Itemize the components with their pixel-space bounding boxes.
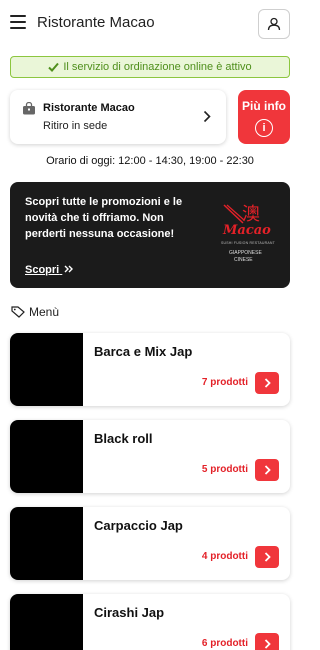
category-product-count: 5 prodotti (201, 464, 248, 475)
promo-link-label: Scopri (25, 264, 60, 276)
category-card[interactable]: Black roll 5 prodotti (10, 420, 290, 493)
double-chevron-right-icon (64, 264, 74, 276)
promo-discover-link[interactable]: Scopri (25, 264, 74, 276)
promo-banner[interactable]: Scopri tutte le promozioni e le novità c… (10, 182, 290, 288)
category-name: Black roll (94, 431, 153, 446)
opening-hours: Orario di oggi: 12:00 - 14:30, 19:00 - 22… (0, 155, 300, 167)
info-icon: i (255, 119, 273, 137)
fulfillment-mode: Ritiro in sede (43, 120, 108, 132)
more-info-label: Più info (242, 99, 286, 113)
chevron-right-icon (264, 639, 271, 649)
category-image (10, 594, 83, 650)
shopping-bag-icon (23, 102, 35, 115)
category-open-button[interactable] (255, 546, 279, 568)
chevron-right-icon (203, 110, 211, 123)
hamburger-icon[interactable] (10, 15, 26, 29)
category-image (10, 507, 83, 580)
category-card[interactable]: Cirashi Jap 6 prodotti (10, 594, 290, 650)
check-icon (48, 62, 60, 72)
hours-label: Orario di oggi: (46, 155, 116, 167)
user-account-button[interactable] (258, 9, 290, 39)
category-card[interactable]: Barca e Mix Jap 7 prodotti (10, 333, 290, 406)
restaurant-logo: 澳 Macao SUSHI FUSION RESTAURANT GIAPPONE… (215, 200, 275, 270)
app-header: Ristorante Macao (0, 0, 300, 48)
category-name: Cirashi Jap (94, 605, 165, 620)
logo-cuisine-japanese: GIAPPONESE (229, 250, 262, 256)
logo-cuisine-chinese: CINESE (234, 257, 253, 263)
hours-value: 12:00 - 14:30, 19:00 - 22:30 (118, 155, 254, 167)
logo-tagline: SUSHI FUSION RESTAURANT (221, 241, 275, 245)
ordering-status-banner: Il servizio di ordinazione online è atti… (10, 56, 290, 78)
chevron-right-icon (264, 552, 271, 562)
user-icon (267, 17, 281, 31)
category-card[interactable]: Carpaccio Jap 4 prodotti (10, 507, 290, 580)
category-image (10, 333, 83, 406)
app-title: Ristorante Macao (37, 14, 155, 31)
status-text: Il servizio di ordinazione online è atti… (63, 61, 252, 73)
store-name: Ristorante Macao (43, 102, 135, 114)
category-image (10, 420, 83, 493)
category-product-count: 7 prodotti (201, 377, 248, 388)
category-product-count: 6 prodotti (201, 638, 248, 649)
category-open-button[interactable] (255, 372, 279, 394)
logo-wordmark: Macao (223, 223, 271, 238)
category-name: Carpaccio Jap (94, 518, 183, 533)
category-open-button[interactable] (255, 633, 279, 650)
chevron-right-icon (264, 378, 271, 388)
promo-text: Scopri tutte le promozioni e le novità c… (25, 196, 183, 240)
menu-heading: Menù (11, 305, 59, 319)
more-info-button[interactable]: Più info i (238, 90, 290, 144)
tag-icon (11, 306, 25, 318)
menu-heading-label: Menù (29, 305, 60, 319)
category-product-count: 4 prodotti (201, 551, 248, 562)
chevron-right-icon (264, 465, 271, 475)
category-open-button[interactable] (255, 459, 279, 481)
category-name: Barca e Mix Jap (94, 344, 193, 359)
store-selector-card[interactable]: Ristorante Macao Ritiro in sede (10, 90, 226, 144)
